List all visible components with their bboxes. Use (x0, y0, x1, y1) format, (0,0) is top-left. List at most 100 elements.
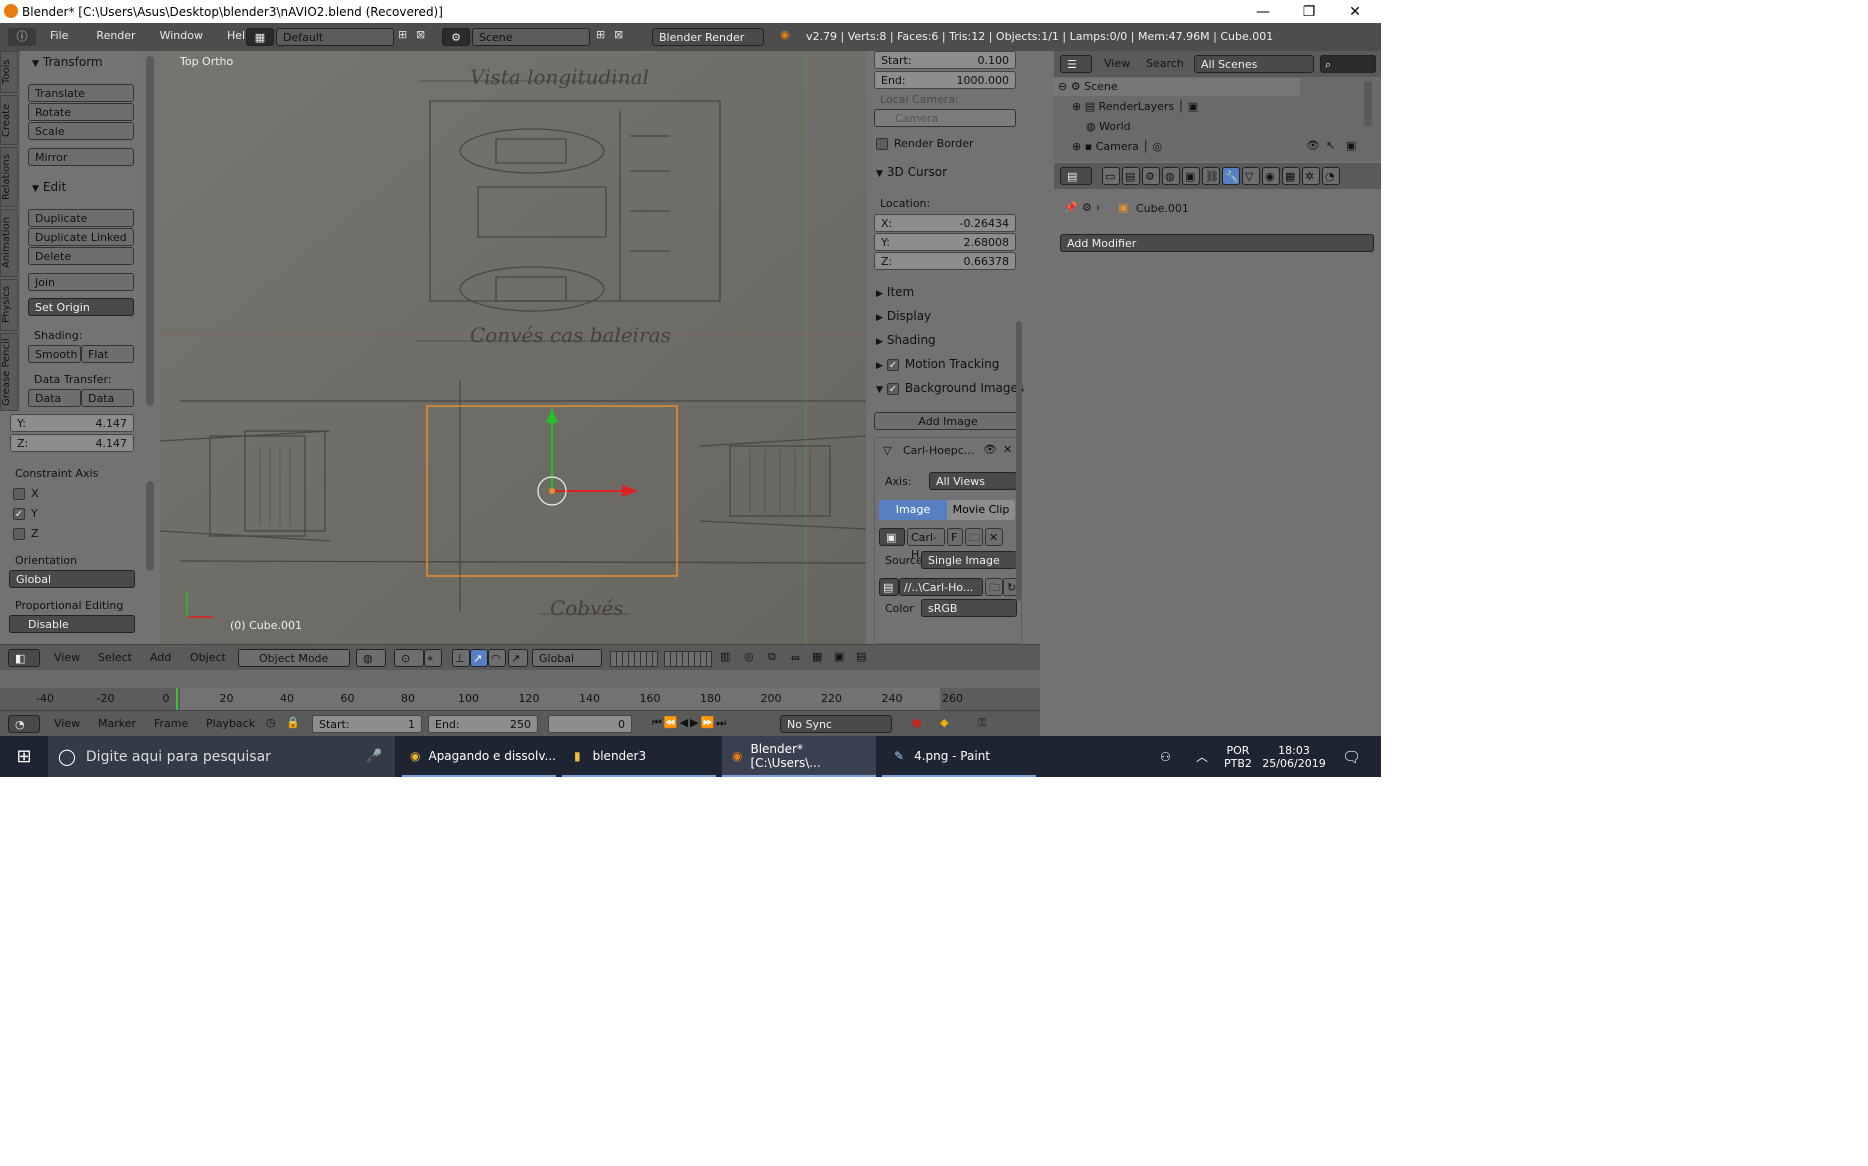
local-camera-field[interactable]: Camera (874, 109, 1016, 127)
object-tab-icon[interactable]: ▣ (1182, 167, 1200, 185)
clip-end-field[interactable]: End: 1000.000 (874, 71, 1016, 89)
smooth-button[interactable]: Smooth (28, 345, 81, 363)
pin-icon[interactable]: 📌 (1064, 201, 1078, 214)
proportional-icon[interactable]: ◎ (744, 650, 754, 663)
render-animation-icon[interactable]: ▣ (834, 650, 844, 663)
cursor-z-field[interactable]: Z: 0.66378 (874, 252, 1016, 270)
mirror-button[interactable]: Mirror (28, 148, 134, 166)
taskbar-app-blender[interactable]: ◉ Blender* [C:\Users\... (722, 736, 876, 777)
microphone-icon[interactable]: 🎤 (366, 749, 382, 764)
outliner-row-camera[interactable]: ⊕ ▪ Camera │ ◎ (1072, 138, 1162, 156)
scale-manipulator-icon[interactable]: ◠ (488, 649, 506, 667)
tab-tools[interactable]: Tools (0, 51, 18, 93)
timeline-menu-frame[interactable]: Frame (154, 717, 188, 730)
menu-add[interactable]: Add (150, 651, 171, 664)
render-engine-select[interactable]: Blender Render (652, 28, 764, 46)
editor-type-icon[interactable]: ◧ (8, 649, 40, 667)
orientation-select[interactable]: Global (9, 570, 135, 588)
image-browse-icon[interactable]: ▣ (879, 528, 905, 546)
restore-button[interactable]: ❐ (1286, 0, 1332, 23)
sync-mode-select[interactable]: No Sync (780, 715, 892, 733)
browse-file-icon[interactable]: 🗀 (985, 578, 1003, 596)
tools-scrollbar[interactable] (146, 56, 154, 406)
outliner-editor-icon[interactable]: ☰ (1060, 55, 1092, 73)
scene-field[interactable]: Scene (472, 28, 590, 46)
lock-layers-icon[interactable]: ▥ (720, 650, 730, 663)
outliner-search-icon[interactable]: ⌕ (1320, 55, 1376, 73)
opengl-render-icon[interactable]: ▦ (812, 650, 822, 663)
screen-layout-icon[interactable]: ▦ (246, 28, 274, 46)
lock-icon[interactable]: 🔒 (286, 716, 300, 729)
bg-image-collapse-icon[interactable]: ▽ (883, 444, 891, 457)
fake-user-button[interactable]: F (947, 528, 963, 546)
tab-movie-clip[interactable]: Movie Clip (947, 500, 1015, 520)
constraints-tab-icon[interactable]: ⛓ (1202, 167, 1220, 185)
mode-select[interactable]: Object Mode (238, 649, 350, 667)
input-language[interactable]: POR PTB2 (1224, 736, 1252, 777)
renderable-camera-icon[interactable]: ▣ (1346, 139, 1356, 152)
manipulator-mode-icon[interactable]: ↗ (508, 649, 528, 667)
outliner-filter-select[interactable]: All Scenes (1194, 55, 1314, 73)
data-layers-button[interactable]: Data La (81, 389, 134, 422)
flat-button[interactable]: Flat (81, 345, 134, 363)
record-icon[interactable]: ● (912, 716, 922, 729)
menu-file[interactable]: File (42, 29, 76, 42)
set-origin-select[interactable]: Set Origin (28, 298, 134, 316)
tab-relations[interactable]: Relations (0, 147, 18, 207)
snap-icon[interactable]: ⧉ (768, 650, 776, 664)
image-path-field[interactable]: //..\Carl-Ho... (899, 578, 983, 596)
expand-icon[interactable]: ⊕ (1072, 140, 1081, 153)
menu-view[interactable]: View (54, 651, 80, 664)
add-scene-icon[interactable]: ⊞ (596, 28, 605, 41)
camera-view-icon[interactable]: ▤ (856, 650, 866, 663)
outliner-row-renderlayers[interactable]: ⊕ ▤ RenderLayers │ ▣ (1072, 98, 1198, 116)
taskbar-search[interactable]: ◯ Digite aqui para pesquisar 🎤 (48, 736, 395, 777)
add-image-button[interactable]: Add Image (874, 412, 1022, 430)
snap-element-icon[interactable]: ⏛ (790, 650, 801, 666)
duplicate-linked-button[interactable]: Duplicate Linked (28, 228, 134, 246)
selectable-arrow-icon[interactable]: ↖ (1326, 139, 1335, 152)
scene-icon[interactable]: ⚙ (442, 28, 470, 46)
end-frame-field[interactable]: End: 250 (428, 715, 538, 733)
cursor-y-field[interactable]: Y: 2.68008 (874, 233, 1016, 251)
menu-render[interactable]: Render (88, 29, 143, 42)
eye-icon[interactable]: 👁 (983, 443, 997, 456)
npanel-scrollbar[interactable] (1016, 321, 1022, 601)
material-tab-icon[interactable]: ◉ (1262, 167, 1280, 185)
display-header[interactable]: ▶ Display (876, 305, 931, 327)
menu-select[interactable]: Select (98, 651, 132, 664)
tab-physics[interactable]: Physics (0, 279, 18, 331)
outliner-scrollbar[interactable] (1364, 81, 1372, 127)
playback-controls-icon[interactable]: ⏮⏪◀▶⏩⏭ (652, 716, 728, 730)
close-button[interactable]: ✕ (1332, 0, 1378, 23)
properties-editor-icon[interactable]: ▤ (1060, 167, 1092, 185)
taskbar-app-paint[interactable]: ✎ 4.png - Paint (882, 736, 1036, 777)
start-button[interactable]: ⊞ (10, 736, 38, 777)
tab-animation[interactable]: Animation (0, 209, 18, 277)
constraint-y-checkbox[interactable]: ✓ Y (13, 507, 38, 520)
minimize-button[interactable]: — (1240, 0, 1286, 23)
color-space-select[interactable]: sRGB (921, 599, 1017, 617)
rotate-manipulator-icon[interactable]: ↗ (470, 649, 488, 667)
translate-manipulator-icon[interactable]: ⊥ (452, 649, 470, 667)
render-layers-tab-icon[interactable]: ▤ (1122, 167, 1140, 185)
viewport-shading-icon[interactable]: ◍ (356, 649, 386, 667)
notifications-icon[interactable]: 🗨 (1342, 736, 1361, 777)
manipulator-toggle-icon[interactable]: ⌖ (424, 649, 442, 667)
scale-button[interactable]: Scale (28, 122, 134, 140)
start-frame-field[interactable]: Start: 1 (312, 715, 422, 733)
proportional-editing-select[interactable]: Disable (9, 615, 135, 633)
add-layout-icon[interactable]: ⊞ (398, 28, 407, 41)
tab-grease-pencil[interactable]: Grease Pencil (0, 333, 18, 411)
motion-tracking-header[interactable]: ▶ ✓ Motion Tracking (876, 353, 999, 375)
render-border-checkbox[interactable]: Render Border (876, 137, 974, 150)
translate-button[interactable]: Translate (28, 84, 134, 102)
expand-icon[interactable]: ⊕ (1072, 100, 1081, 113)
operator-scrollbar[interactable] (146, 481, 154, 571)
visibility-eye-icon[interactable]: 👁 (1306, 139, 1320, 152)
menu-object[interactable]: Object (190, 651, 226, 664)
duplicate-button[interactable]: Duplicate (28, 209, 134, 227)
data-button[interactable]: Data (28, 389, 81, 407)
transform-orientation-select[interactable]: Global (532, 649, 602, 667)
clock[interactable]: 18:03 25/06/2019 (1262, 736, 1326, 777)
